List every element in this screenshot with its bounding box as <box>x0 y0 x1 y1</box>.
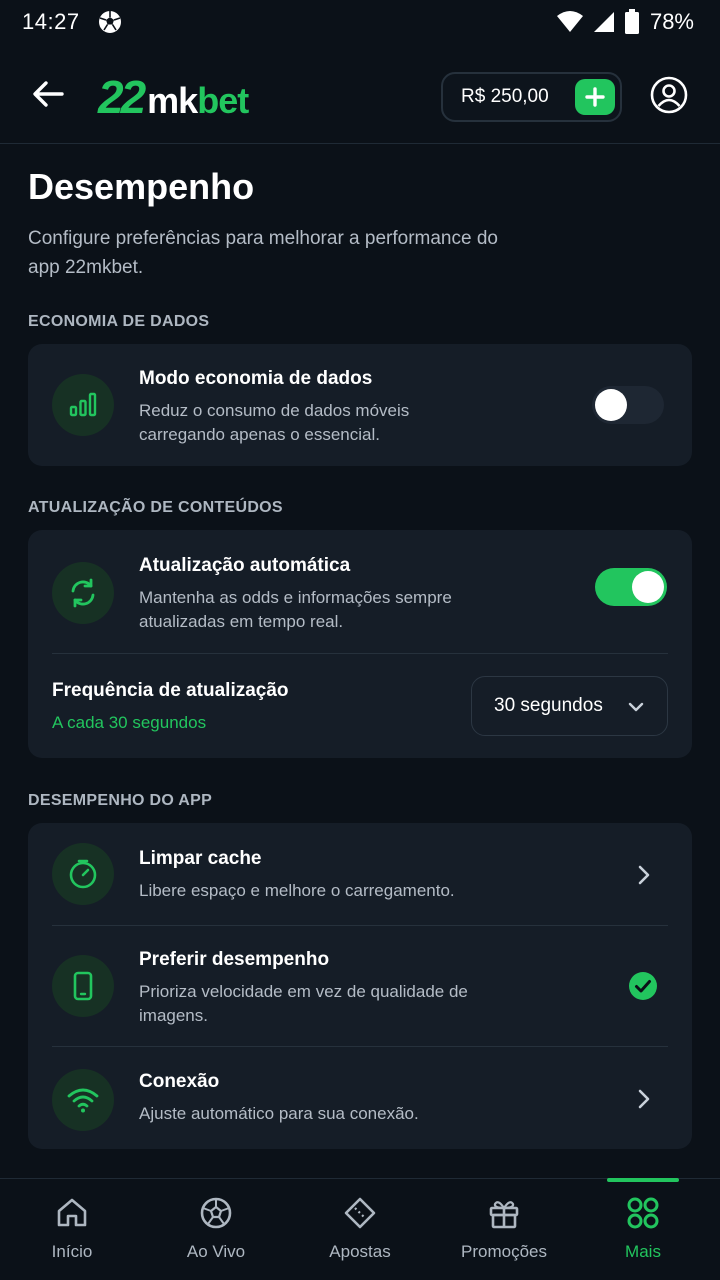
live-ball-icon <box>200 1197 232 1229</box>
status-icons: 78% <box>556 8 694 36</box>
wifi-status-icon <box>556 11 583 32</box>
data-saving-toggle[interactable] <box>592 386 664 424</box>
nav-label: Promoções <box>461 1242 547 1261</box>
frequency-value-text: A cada 30 segundos <box>52 713 207 732</box>
nav-item-ao-vivo[interactable]: Ao Vivo <box>144 1179 288 1280</box>
add-funds-button[interactable] <box>575 79 615 115</box>
wifi-icon <box>67 1088 99 1113</box>
toggle-knob <box>632 571 664 603</box>
logo: 22 mk bet <box>98 70 249 123</box>
prefer-performance-title: Preferir desempenho <box>139 949 330 970</box>
status-time: 14:27 <box>22 9 80 34</box>
toggle-knob <box>595 389 627 421</box>
logo-number: 22 <box>98 71 146 123</box>
nav-item-mais[interactable]: Mais <box>571 1179 715 1280</box>
list-item-prefer-performance[interactable]: Preferir desempenho Prioriza velocidade … <box>28 926 692 1046</box>
card-content-update: Atualização automática Mantenha as odds … <box>28 530 692 758</box>
icon-circle <box>52 843 114 905</box>
card-data-saving: Modo economia de dados Reduz o consumo d… <box>28 344 692 466</box>
auto-update-title: Atualização automática <box>139 555 351 576</box>
icon-circle <box>52 562 114 624</box>
icon-circle <box>52 955 114 1017</box>
logo-bet: bet <box>197 80 249 121</box>
smartphone-icon <box>73 971 93 1001</box>
section-label-data-saving: ECONOMIA DE DADOS <box>28 313 210 330</box>
data-saving-desc: Reduz o consumo de dados móveis carregan… <box>139 401 410 444</box>
bar-chart-icon <box>69 392 97 417</box>
connection-desc: Ajuste automático para sua conexão. <box>139 1104 419 1123</box>
back-arrow-icon[interactable] <box>28 74 68 114</box>
logo-mk: mk <box>147 80 198 121</box>
battery-percent: 78% <box>649 9 694 34</box>
list-item-connection[interactable]: Conexão Ajuste automático para sua conex… <box>28 1047 692 1149</box>
gift-icon <box>489 1201 519 1229</box>
card-app-performance: Limpar cache Libere espaço e melhore o c… <box>28 823 692 1149</box>
bottom-nav: Início Ao Vivo Apostas Promoções Mais <box>0 1178 720 1280</box>
home-icon <box>57 1198 87 1227</box>
frequency-title: Frequência de atualização <box>52 680 289 701</box>
chevron-down-icon <box>628 702 644 712</box>
page-subtitle: Configure preferências para melhorar a p… <box>28 228 498 278</box>
clear-cache-desc: Libere espaço e melhore o carregamento. <box>139 881 455 900</box>
battery-icon <box>624 9 639 34</box>
ticket-icon <box>344 1197 376 1229</box>
chevron-right-icon <box>638 865 650 885</box>
icon-circle <box>52 1069 114 1131</box>
list-item-clear-cache[interactable]: Limpar cache Libere espaço e melhore o c… <box>28 823 692 925</box>
app-bar: 22 mk bet R$ 250,00 <box>0 44 720 144</box>
grid-icon <box>627 1197 659 1229</box>
frequency-select[interactable]: 30 segundos <box>471 676 668 736</box>
balance-chip[interactable]: R$ 250,00 <box>441 72 622 122</box>
plus-icon <box>585 87 605 107</box>
gauge-icon <box>69 859 97 889</box>
auto-update-desc: Mantenha as odds e informações sempre at… <box>139 588 452 631</box>
status-bar: 14:27 78% <box>0 0 720 44</box>
profile-icon[interactable] <box>650 76 688 114</box>
connection-title: Conexão <box>139 1071 220 1092</box>
nav-label: Início <box>51 1242 93 1261</box>
check-circle-icon <box>629 972 657 1000</box>
divider <box>52 653 668 654</box>
nav-item-apostas[interactable]: Apostas <box>288 1179 432 1280</box>
soccer-ball-icon <box>99 11 121 33</box>
prefer-performance-desc: Prioriza velocidade em vez de qualidade … <box>139 982 468 1025</box>
nav-item-inicio[interactable]: Início <box>0 1179 144 1280</box>
data-saving-title: Modo economia de dados <box>139 368 373 389</box>
balance-value: R$ 250,00 <box>461 86 549 107</box>
nav-item-promocoes[interactable]: Promoções <box>432 1179 576 1280</box>
page-title: Desempenho <box>28 166 255 207</box>
icon-circle <box>52 374 114 436</box>
chevron-right-icon <box>638 1089 650 1109</box>
section-label-content-update: ATUALIZAÇÃO DE CONTEÚDOS <box>28 499 283 516</box>
clear-cache-title: Limpar cache <box>139 848 262 869</box>
refresh-icon <box>71 578 95 608</box>
nav-label: Apostas <box>329 1242 391 1261</box>
auto-update-toggle[interactable] <box>595 568 667 606</box>
nav-label: Ao Vivo <box>186 1242 246 1261</box>
signal-icon <box>593 12 614 32</box>
nav-label: Mais <box>625 1242 661 1261</box>
frequency-selected-value: 30 segundos <box>494 695 603 716</box>
section-label-app-performance: DESEMPENHO DO APP <box>28 792 213 809</box>
